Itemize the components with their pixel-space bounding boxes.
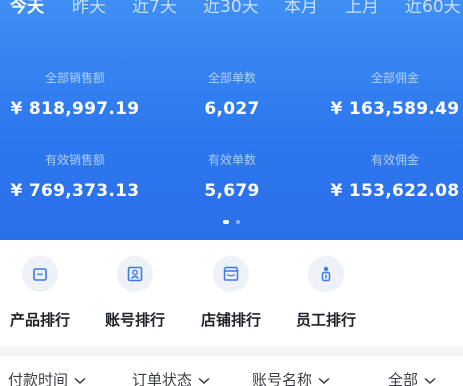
- filter-label: 账号名称: [252, 371, 313, 386]
- chevron-down-icon: [198, 377, 210, 384]
- filter-label: 全部: [388, 371, 419, 386]
- chevron-down-icon: [74, 377, 86, 384]
- stat-total-commission: 全部佣金 ¥ 163,589.49: [320, 70, 463, 120]
- shortcut-label: 店铺排行: [200, 311, 261, 329]
- carousel-indicator: [0, 220, 463, 226]
- stat-label: 有效销售额: [44, 153, 105, 167]
- carousel-dot: [236, 220, 240, 224]
- tab-this-month[interactable]: 本月: [284, 0, 318, 18]
- stat-total-sales: 全部销售额 ¥ 818,997.19: [0, 70, 150, 120]
- ranking-shortcuts: 产品排行 账号排行 店铺排行 员工排行: [0, 240, 463, 346]
- shortcut-label: 产品排行: [9, 311, 70, 329]
- tab-today[interactable]: 今天: [10, 0, 44, 18]
- account-name-filter[interactable]: 账号名称: [252, 370, 330, 386]
- stat-label: 全部佣金: [370, 71, 419, 85]
- stat-valid-sales: 有效销售额 ¥ 769,373.13: [0, 152, 150, 202]
- stat-total-orders: 全部单数 6,027: [157, 70, 307, 120]
- tab-last-60-days[interactable]: 近60天: [405, 0, 461, 18]
- tab-last-month[interactable]: 上月: [345, 0, 379, 18]
- stats-header: 今天 昨天 近7天 近30天 本月 上月 近60天 全部销售额 ¥ 818,99…: [0, 0, 463, 240]
- stat-label: 有效单数: [207, 153, 256, 167]
- stat-label: 全部单数: [207, 71, 256, 85]
- chevron-down-icon: [318, 377, 330, 384]
- stat-valid-commission: 有效佣金 ¥ 153,622.08: [320, 152, 463, 202]
- carousel-dot-active: [223, 220, 229, 224]
- filter-label: 付款时间: [8, 371, 69, 386]
- account-ranking-button[interactable]: 账号排行: [90, 240, 180, 346]
- tab-last-30-days[interactable]: 近30天: [203, 0, 259, 18]
- stat-value: ¥ 163,589.49: [330, 99, 460, 119]
- store-ranking-button[interactable]: 店铺排行: [186, 240, 276, 346]
- stat-valid-orders: 有效单数 5,679: [157, 152, 307, 202]
- employee-icon: [308, 256, 344, 292]
- filter-label: 订单状态: [132, 371, 193, 386]
- order-filter-bar: 付款时间 订单状态 账号名称 全部: [0, 356, 463, 386]
- stat-label: 有效佣金: [370, 153, 419, 167]
- stat-value: 5,679: [204, 181, 260, 201]
- tab-last-7-days[interactable]: 近7天: [132, 0, 177, 18]
- chevron-down-icon: [424, 377, 436, 384]
- all-filter[interactable]: 全部: [388, 370, 436, 386]
- stat-value: ¥ 769,373.13: [10, 181, 140, 201]
- stat-value: 6,027: [204, 99, 260, 119]
- shortcut-label: 员工排行: [295, 311, 356, 329]
- store-icon: [213, 256, 249, 292]
- employee-ranking-button[interactable]: 员工排行: [281, 240, 371, 346]
- date-range-tabs: 今天 昨天 近7天 近30天 本月 上月 近60天: [0, 0, 463, 24]
- payment-time-filter[interactable]: 付款时间: [8, 370, 86, 386]
- product-bag-icon: [22, 256, 58, 292]
- shortcut-label: 账号排行: [104, 311, 165, 329]
- account-card-icon: [117, 256, 153, 292]
- stat-label: 全部销售额: [44, 71, 105, 85]
- stat-value: ¥ 818,997.19: [10, 99, 140, 119]
- tab-yesterday[interactable]: 昨天: [72, 0, 106, 18]
- order-status-filter[interactable]: 订单状态: [132, 370, 210, 386]
- stat-value: ¥ 153,622.08: [330, 181, 460, 201]
- product-ranking-button[interactable]: 产品排行: [0, 240, 85, 346]
